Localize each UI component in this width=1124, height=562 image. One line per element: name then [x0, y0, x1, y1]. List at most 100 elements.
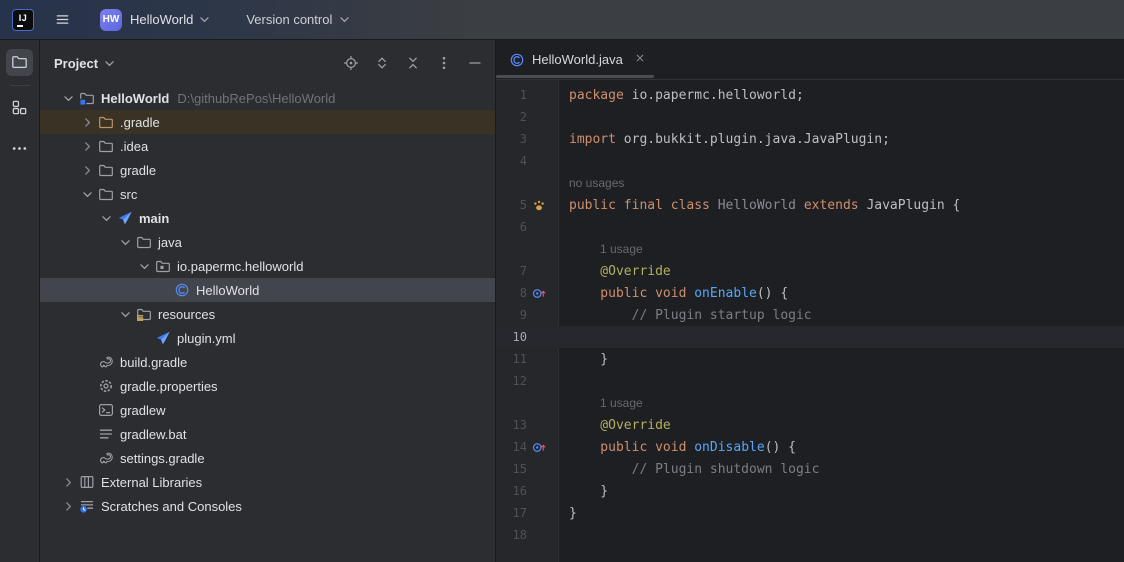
editor-tab-bar: HelloWorld.java	[496, 40, 1124, 80]
plane-icon	[154, 330, 172, 346]
code-line-7[interactable]: 7 @Override	[496, 260, 1124, 282]
chevron-down-icon[interactable]	[78, 186, 97, 202]
plugin-class-gutter-icon[interactable]	[527, 199, 559, 212]
chevron-right-icon[interactable]	[78, 138, 97, 154]
code-editor[interactable]: 1package io.papermc.helloworld;23import …	[496, 80, 1124, 562]
project-tool-window-button[interactable]	[6, 49, 33, 76]
inlay-hint-row[interactable]: 1 usage	[496, 392, 1124, 414]
usages-inlay-hint[interactable]: no usages	[559, 176, 624, 190]
code-line-9[interactable]: 9 // Plugin startup logic	[496, 304, 1124, 326]
tree-item-gradle[interactable]: .gradle	[40, 110, 495, 134]
code-token: @Override	[569, 418, 671, 433]
chevron-down-icon[interactable]	[135, 258, 154, 274]
code-line-8[interactable]: 8 public void onEnable() {	[496, 282, 1124, 304]
chevron-down-icon[interactable]	[97, 210, 116, 226]
tree-item-label: build.gradle	[120, 355, 187, 370]
tree-item-java[interactable]: java	[40, 230, 495, 254]
code-line-3[interactable]: 3import org.bukkit.plugin.java.JavaPlugi…	[496, 128, 1124, 150]
tree-item-src[interactable]: src	[40, 182, 495, 206]
tree-item-label: io.papermc.helloworld	[177, 259, 303, 274]
intellij-logo[interactable]: IJ	[12, 9, 34, 31]
code-line-17[interactable]: 17}	[496, 502, 1124, 524]
overrides-method-gutter-icon[interactable]	[527, 441, 559, 454]
code-line-18[interactable]: 18	[496, 524, 1124, 546]
tree-item-main[interactable]: main	[40, 206, 495, 230]
folder-icon	[97, 162, 115, 178]
tree-item-resources[interactable]: resources	[40, 302, 495, 326]
tree-item-gradle-properties[interactable]: gradle.properties	[40, 374, 495, 398]
code-line-10[interactable]: 10	[496, 326, 1124, 348]
chevron-right-icon[interactable]	[59, 474, 78, 490]
code-line-1[interactable]: 1package io.papermc.helloworld;	[496, 84, 1124, 106]
chevron-right-icon[interactable]	[78, 114, 97, 130]
inlay-hint-row[interactable]: no usages	[496, 172, 1124, 194]
code-token: }	[569, 352, 608, 367]
chevron-down-icon[interactable]	[116, 234, 135, 250]
chevron-down-icon[interactable]	[102, 56, 117, 71]
intellij-logo-text: IJ	[19, 13, 28, 23]
code-token: // Plugin startup logic	[569, 308, 812, 323]
hide-panel-icon[interactable]	[467, 55, 483, 71]
code-line-text: }	[559, 352, 608, 367]
code-line-11[interactable]: 11 }	[496, 348, 1124, 370]
code-line-13[interactable]: 13 @Override	[496, 414, 1124, 436]
tree-item-gradlew[interactable]: gradlew	[40, 398, 495, 422]
tree-item-helloworld[interactable]: HelloWorldD:\githubRePos\HelloWorld	[40, 86, 495, 110]
code-token: public void	[569, 286, 694, 301]
tree-item-gradlew-bat[interactable]: gradlew.bat	[40, 422, 495, 446]
code-line-text: }	[559, 484, 608, 499]
code-token: import	[569, 132, 616, 147]
chevron-right-icon[interactable]	[59, 498, 78, 514]
collapse-all-icon[interactable]	[405, 55, 421, 71]
tree-item-build-gradle[interactable]: build.gradle	[40, 350, 495, 374]
code-token: }	[569, 484, 608, 499]
tree-item-scratches-and-consoles[interactable]: Scratches and Consoles	[40, 494, 495, 518]
code-token: HelloWorld	[718, 198, 796, 213]
tab-scrollbar-thumb[interactable]	[496, 75, 654, 78]
chevron-down-icon[interactable]	[116, 306, 135, 322]
code-line-12[interactable]: 12	[496, 370, 1124, 392]
select-opened-file-icon[interactable]	[343, 55, 359, 71]
tree-item-settings-gradle[interactable]: settings.gradle	[40, 446, 495, 470]
editor-tab-helloworld-java[interactable]: HelloWorld.java	[496, 42, 658, 78]
tree-item-idea[interactable]: .idea	[40, 134, 495, 158]
line-number: 14	[496, 440, 527, 454]
code-line-5[interactable]: 5public final class HelloWorld extends J…	[496, 194, 1124, 216]
foldertan-icon	[97, 114, 115, 130]
gradle-icon	[97, 450, 115, 466]
chevron-right-icon[interactable]	[78, 162, 97, 178]
options-kebab-icon[interactable]	[436, 55, 452, 71]
code-line-4[interactable]: 4	[496, 150, 1124, 172]
line-number: 4	[496, 154, 527, 168]
tree-item-gradle[interactable]: gradle	[40, 158, 495, 182]
tree-item-external-libraries[interactable]: External Libraries	[40, 470, 495, 494]
code-line-15[interactable]: 15 // Plugin shutdown logic	[496, 458, 1124, 480]
main-menu-button[interactable]	[48, 6, 76, 34]
chevron-down-icon[interactable]	[59, 90, 78, 106]
tree-item-io-papermc-helloworld[interactable]: io.papermc.helloworld	[40, 254, 495, 278]
tree-item-label: HelloWorld	[196, 283, 259, 298]
structure-tool-window-button[interactable]	[6, 95, 33, 122]
tree-item-label: External Libraries	[101, 475, 202, 490]
tree-item-label: gradle	[120, 163, 156, 178]
close-tab-icon[interactable]	[632, 52, 648, 68]
code-line-6[interactable]: 6	[496, 216, 1124, 238]
folder-icon	[11, 53, 28, 73]
vcs-widget[interactable]: Version control	[240, 9, 358, 30]
main-area: Project HelloWorldD:\githubRePos\HelloWo…	[0, 40, 1124, 562]
expand-all-icon[interactable]	[374, 55, 390, 71]
tree-item-label: HelloWorld	[101, 91, 169, 106]
more-tool-windows-button[interactable]	[6, 136, 33, 163]
tree-item-helloworld[interactable]: HelloWorld	[40, 278, 495, 302]
code-line-2[interactable]: 2	[496, 106, 1124, 128]
overrides-method-gutter-icon[interactable]	[527, 287, 559, 300]
chevron-spacer	[78, 450, 97, 466]
inlay-hint-row[interactable]: 1 usage	[496, 238, 1124, 260]
usages-inlay-hint[interactable]: 1 usage	[590, 396, 643, 410]
project-panel-title[interactable]: Project	[54, 56, 98, 71]
project-widget[interactable]: HW HelloWorld	[94, 6, 218, 34]
code-line-14[interactable]: 14 public void onDisable() {	[496, 436, 1124, 458]
usages-inlay-hint[interactable]: 1 usage	[590, 242, 643, 256]
code-line-16[interactable]: 16 }	[496, 480, 1124, 502]
tree-item-plugin-yml[interactable]: plugin.yml	[40, 326, 495, 350]
